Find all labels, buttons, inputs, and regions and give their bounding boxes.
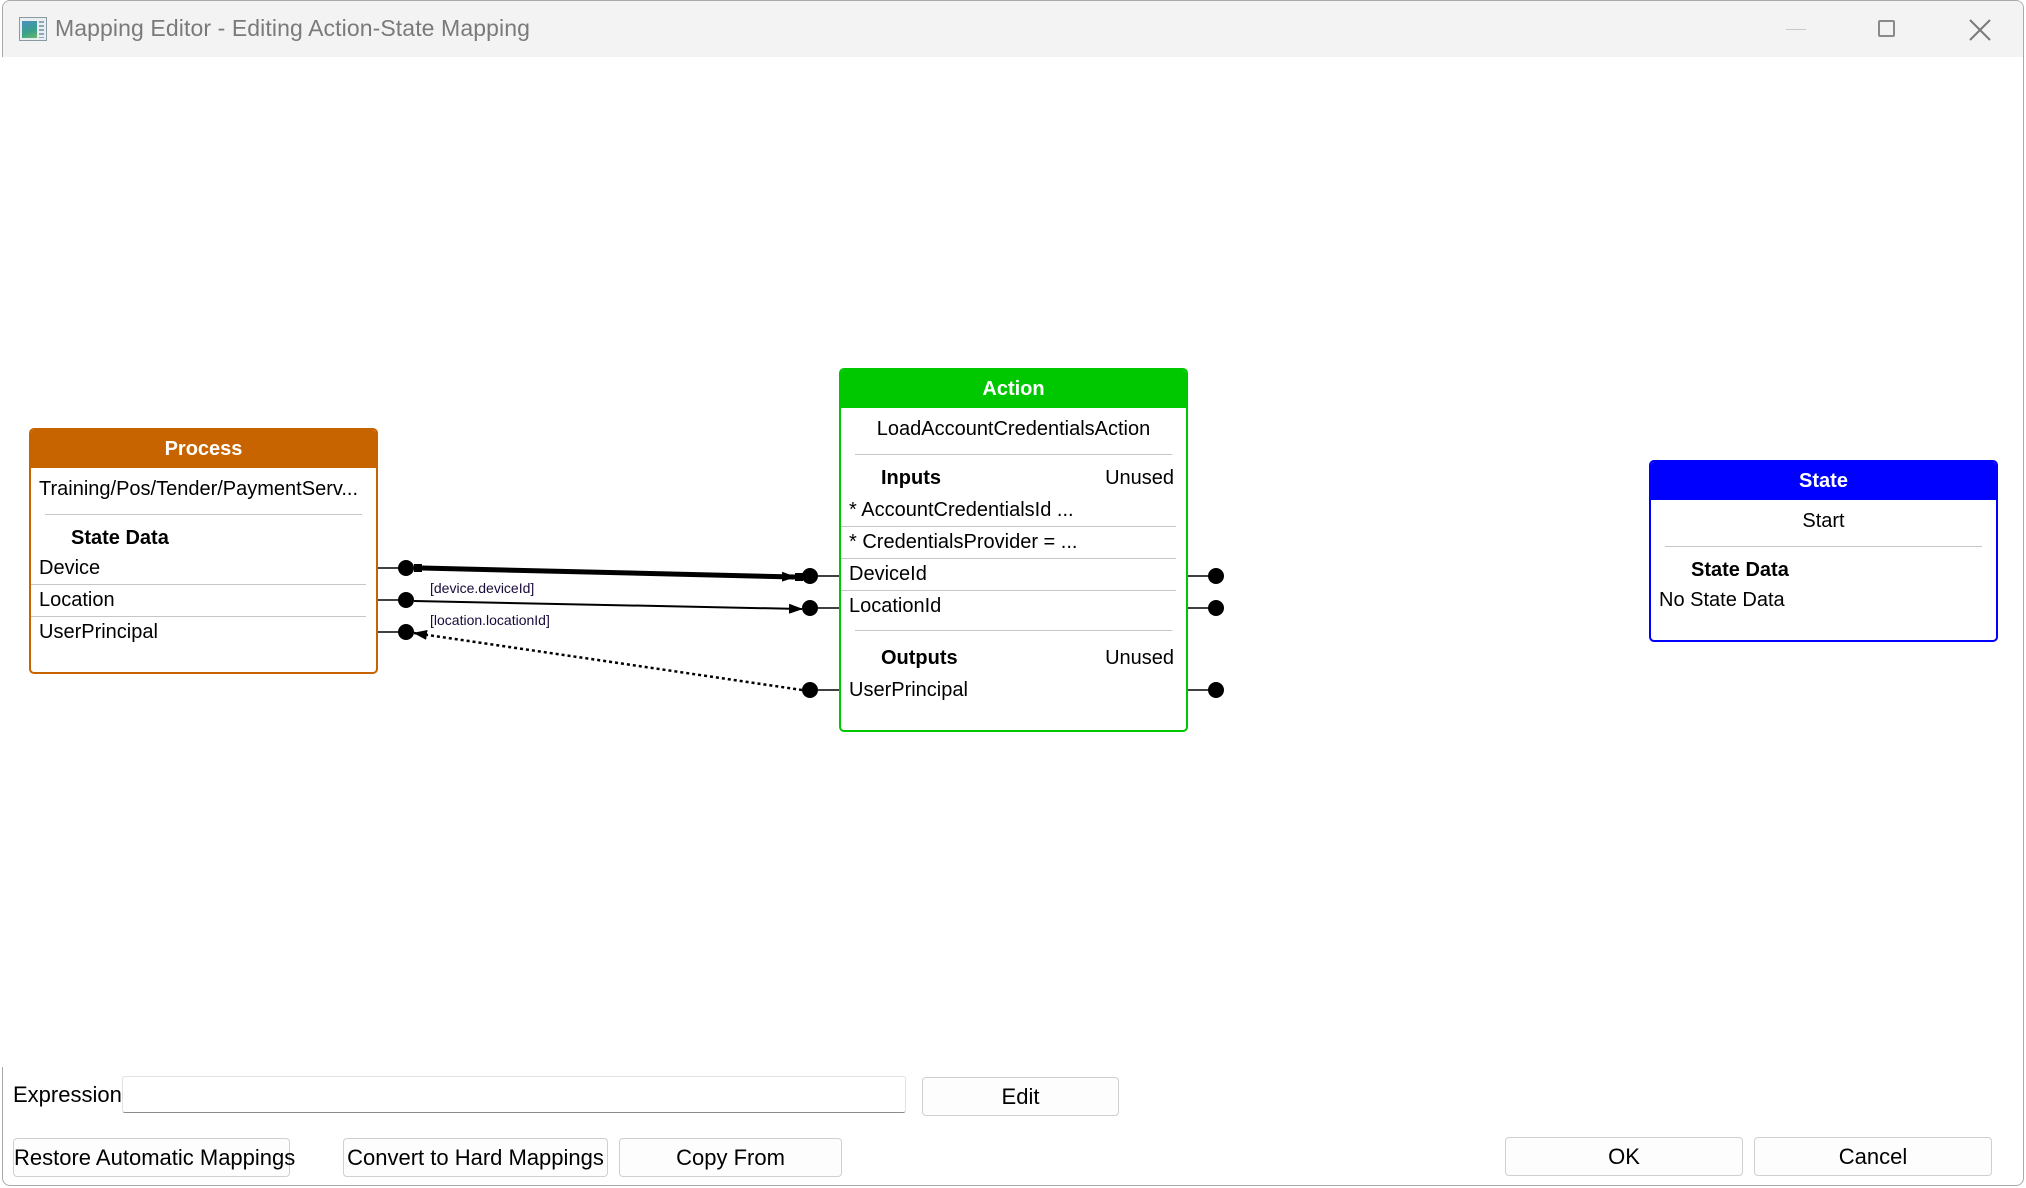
action-input-deviceid[interactable]: DeviceId [841, 559, 1176, 591]
minimize-icon [1786, 29, 1806, 30]
divider [855, 630, 1172, 631]
section-title: Inputs [881, 467, 941, 489]
divider [45, 514, 362, 515]
row-label: DeviceId [849, 563, 927, 585]
row-label: UserPrincipal [849, 679, 968, 701]
app-window-icon [19, 17, 47, 41]
section-title: State Data [71, 527, 169, 549]
section-title: State Data [1691, 559, 1789, 581]
row-label: No State Data [1659, 589, 1785, 611]
row-label: Device [39, 557, 101, 579]
action-node[interactable]: Action LoadAccountCredentialsAction Inpu… [839, 368, 1188, 732]
process-row-device[interactable]: Device [31, 553, 366, 585]
minimize-button[interactable] [1749, 1, 1841, 58]
row-label: Location [39, 589, 115, 611]
divider [1665, 546, 1982, 547]
edit-button[interactable]: Edit [922, 1077, 1119, 1116]
row-label: * CredentialsProvider = ... [849, 531, 1078, 553]
state-node[interactable]: State Start State Data No State Data [1649, 460, 1998, 642]
convert-to-hard-mappings-button[interactable]: Convert to Hard Mappings [343, 1138, 608, 1177]
maximize-button[interactable] [1841, 1, 1933, 58]
process-node[interactable]: Process Training/Pos/Tender/PaymentServ.… [29, 428, 378, 674]
action-node-name: LoadAccountCredentialsAction [876, 418, 1151, 440]
expression-input[interactable] [122, 1076, 906, 1113]
process-node-header: Process [31, 430, 376, 468]
action-output-userprincipal[interactable]: UserPrincipal [841, 675, 1186, 706]
action-input-credentialsprovider[interactable]: * CredentialsProvider = ... [841, 527, 1176, 559]
action-node-header: Action [841, 370, 1186, 408]
state-data-section: State Data [1651, 559, 1996, 585]
close-button[interactable] [1933, 1, 2023, 58]
action-input-locationid[interactable]: LocationId [841, 591, 1186, 622]
action-input-accountcredentialsid[interactable]: * AccountCredentialsId ... [841, 495, 1176, 527]
close-icon [1969, 19, 1991, 41]
process-state-data-section: State Data [31, 527, 376, 553]
row-label: * AccountCredentialsId ... [849, 499, 1074, 521]
unused-label: Unused [1105, 647, 1174, 669]
process-node-name: Training/Pos/Tender/PaymentServ... [39, 478, 359, 500]
process-row-userprincipal[interactable]: UserPrincipal [31, 617, 376, 648]
state-row-empty: No State Data [1651, 585, 1996, 616]
row-label: LocationId [849, 595, 942, 617]
process-row-location[interactable]: Location [31, 585, 366, 617]
state-node-header: State [1651, 462, 1996, 500]
divider [855, 454, 1172, 455]
action-outputs-section: Outputs Unused [841, 647, 1186, 675]
unused-label: Unused [1105, 467, 1174, 489]
maximize-icon [1878, 20, 1895, 37]
action-inputs-section: Inputs Unused [841, 467, 1186, 495]
mapping-label-device: [device.deviceId] [430, 580, 535, 596]
section-title: Outputs [881, 647, 958, 669]
copy-from-button[interactable]: Copy From [619, 1138, 842, 1177]
restore-automatic-mappings-button[interactable]: Restore Automatic Mappings [13, 1138, 295, 1177]
row-label: UserPrincipal [39, 621, 158, 643]
state-node-name: Start [1802, 510, 1845, 532]
cancel-button[interactable]: Cancel [1754, 1137, 1992, 1176]
ok-button[interactable]: OK [1505, 1137, 1743, 1176]
mapping-label-location: [location.locationId] [430, 612, 550, 628]
expression-label: Expression [13, 1082, 122, 1107]
window-title: Mapping Editor - Editing Action-State Ma… [55, 15, 530, 41]
title-bar: Mapping Editor - Editing Action-State Ma… [3, 1, 2023, 58]
